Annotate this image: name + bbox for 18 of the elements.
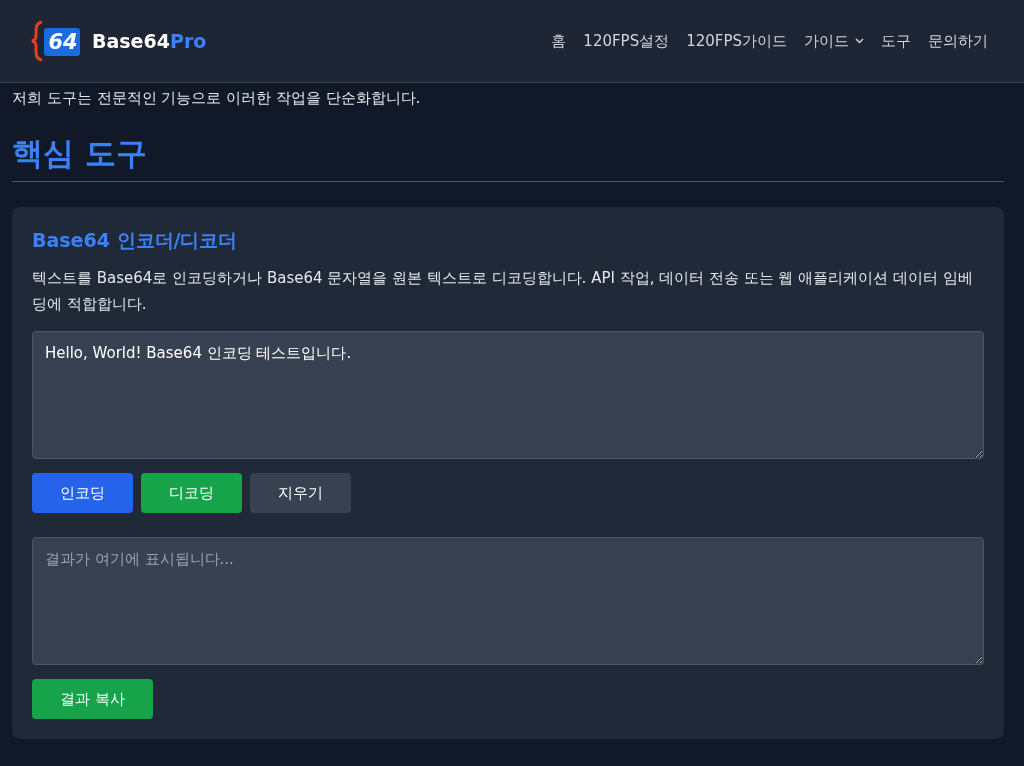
nav-link[interactable]: 120FPS설정: [583, 31, 670, 51]
intro-text: 저희 도구는 전문적인 기능으로 이러한 작업을 단순화합니다.: [12, 88, 422, 109]
logo-badge-text: 64: [47, 29, 79, 55]
nav-link[interactable]: 문의하기: [928, 31, 988, 51]
tool-description: 텍스트를 Base64로 인코딩하거나 Base64 문자열을 원본 텍스트로 디코딩합니다. API 작업, 데이터 전송 또는 웹 애플리케이션 데이터 임베딩에 적합합니다.: [32, 268, 974, 315]
nav-link[interactable]: 홈: [551, 31, 567, 51]
action-button[interactable]: 인코딩: [32, 473, 133, 513]
action-button[interactable]: 지우기: [250, 473, 351, 513]
nav-link[interactable]: 도구: [881, 31, 911, 51]
brand-name[interactable]: Base64Pro: [92, 30, 207, 52]
section-heading: 핵심 도구: [12, 133, 1004, 182]
logo-icon: [30, 20, 82, 62]
nav-link[interactable]: 120FPS가이드: [686, 31, 787, 51]
nav-link[interactable]: 가이드: [804, 31, 864, 51]
input-field[interactable]: Hello, World! Base64 인코딩 테스트입니다.: [32, 331, 984, 459]
output-field[interactable]: 결과가 여기에 표시됩니다...: [32, 537, 984, 665]
chevron-down-icon: [855, 38, 864, 44]
tool-title: Base64 인코더/디코더: [32, 228, 239, 253]
